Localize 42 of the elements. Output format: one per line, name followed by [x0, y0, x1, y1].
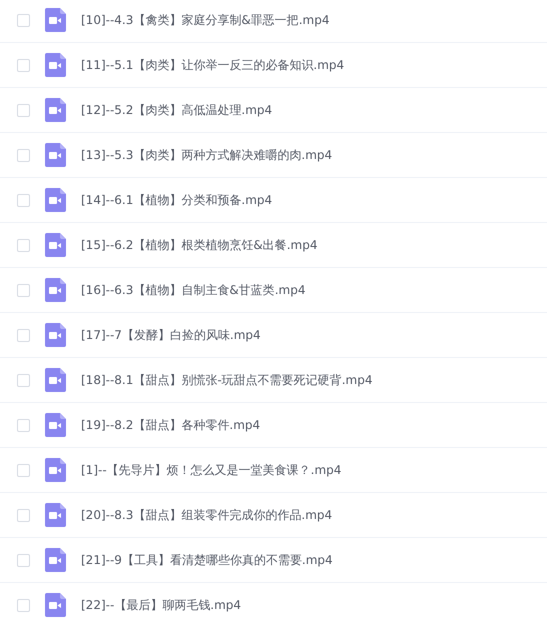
checkbox[interactable]	[17, 464, 30, 476]
checkbox[interactable]	[17, 238, 30, 252]
file-name[interactable]: [17]--7【发酵】白捡的风味.mp4	[81, 326, 261, 344]
checkbox[interactable]	[17, 328, 30, 342]
checkbox[interactable]	[17, 14, 30, 26]
video-file-icon	[45, 503, 66, 527]
checkbox[interactable]	[17, 148, 30, 162]
checkbox[interactable]	[17, 508, 30, 522]
checkbox[interactable]	[17, 598, 30, 612]
checkbox[interactable]	[17, 374, 30, 386]
file-name[interactable]: [22]--【最后】聊两毛钱.mp4	[81, 596, 242, 614]
video-file-icon	[45, 8, 66, 32]
file-name[interactable]: [18]--8.1【甜点】别慌张-玩甜点不需要死记硬背.mp4	[81, 371, 372, 389]
checkbox[interactable]	[17, 58, 30, 72]
checkbox[interactable]	[17, 284, 30, 296]
checkbox[interactable]	[17, 418, 30, 432]
video-file-icon	[45, 188, 66, 212]
file-name[interactable]: [1]--【先导片】烦！怎么又是一堂美食课？.mp4	[81, 461, 342, 479]
video-file-icon	[45, 593, 66, 617]
video-file-icon	[45, 458, 66, 482]
file-name[interactable]: [11]--5.1【肉类】让你举一反三的必备知识.mp4	[81, 56, 344, 74]
file-name[interactable]: [20]--8.3【甜点】组装零件完成你的作品.mp4	[81, 506, 332, 524]
checkbox[interactable]	[17, 194, 30, 206]
file-name[interactable]: [10]--4.3【禽类】家庭分享制&罪恶一把.mp4	[81, 11, 330, 29]
file-name[interactable]: [12]--5.2【肉类】高低温处理.mp4	[81, 101, 272, 119]
video-file-icon	[45, 98, 66, 122]
file-name[interactable]: [13]--5.3【肉类】两种方式解决难嚼的肉.mp4	[81, 146, 332, 164]
file-name[interactable]: [21]--9【工具】看清楚哪些你真的不需要.mp4	[81, 551, 333, 569]
video-file-icon	[45, 368, 66, 392]
checkbox[interactable]	[17, 104, 30, 116]
file-name[interactable]: [15]--6.2【植物】根类植物烹饪&出餐.mp4	[81, 236, 318, 254]
video-file-icon	[45, 278, 66, 302]
video-file-icon	[45, 413, 66, 437]
checkbox[interactable]	[17, 554, 30, 566]
video-file-icon	[45, 323, 66, 347]
video-file-icon	[45, 143, 66, 167]
file-name[interactable]: [19]--8.2【甜点】各种零件.mp4	[81, 416, 260, 434]
file-name[interactable]: [14]--6.1【植物】分类和预备.mp4	[81, 191, 272, 209]
video-file-icon	[45, 53, 66, 77]
file-name[interactable]: [16]--6.3【植物】自制主食&甘蓝类.mp4	[81, 281, 306, 299]
video-file-icon	[45, 548, 66, 572]
video-file-icon	[45, 233, 66, 257]
